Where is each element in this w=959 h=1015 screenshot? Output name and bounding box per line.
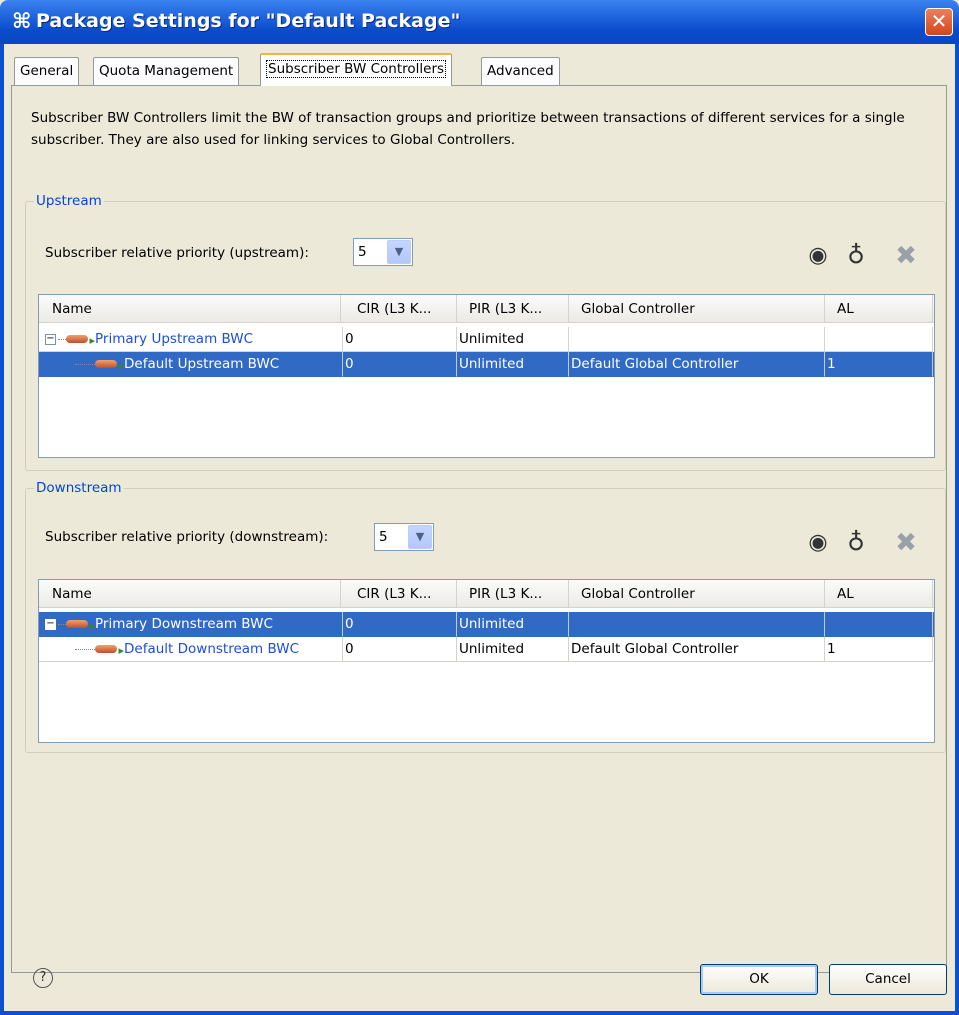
bwc-icon: [95, 354, 124, 376]
downstream-group-label: Downstream: [34, 479, 124, 497]
row-pir: Unlimited: [457, 612, 569, 637]
downstream-priority-select[interactable]: 5 ▼: [374, 523, 434, 551]
row-name-cell: Default Downstream BWC: [39, 637, 343, 662]
downstream-priority-value: 5: [379, 529, 388, 545]
table-row[interactable]: Default Upstream BWC 0 Unlimited Default…: [39, 352, 934, 377]
column-header-name[interactable]: Name: [39, 580, 341, 608]
downstream-table[interactable]: Name CIR (L3 K... PIR (L3 K... Global Co…: [38, 579, 935, 743]
table-row[interactable]: − Primary Downstream BWC 0 Unlimited: [39, 612, 934, 637]
cancel-button[interactable]: Cancel: [829, 964, 947, 995]
row-name: Default Downstream BWC: [124, 641, 300, 657]
tab-general-label: General: [20, 63, 74, 79]
column-header-global-controller[interactable]: Global Controller: [569, 295, 825, 323]
tree-line: [75, 648, 95, 650]
row-global-controller: [569, 327, 825, 352]
help-icon[interactable]: ?: [33, 968, 53, 988]
add-icon[interactable]: ◉: [803, 241, 833, 271]
tab-quota-management-label: Quota Management: [99, 63, 234, 79]
column-header-cir[interactable]: CIR (L3 K...: [341, 295, 457, 323]
collapse-icon[interactable]: −: [45, 618, 56, 630]
row-name: Default Upstream BWC: [124, 356, 280, 372]
remove-icon[interactable]: ✖: [891, 241, 921, 271]
tab-subscriber-bw-controllers[interactable]: Subscriber BW Controllers: [260, 53, 453, 86]
chevron-down-icon[interactable]: ▼: [387, 240, 411, 264]
tab-general[interactable]: General: [14, 57, 80, 85]
window-frame-left: [0, 44, 4, 1015]
downstream-priority-label: Subscriber relative priority (downstream…: [45, 529, 329, 545]
row-al: [825, 612, 933, 637]
tab-advanced-label: Advanced: [487, 63, 554, 79]
row-name-cell: − Primary Upstream BWC: [39, 327, 343, 352]
row-cir: 0: [343, 352, 457, 377]
title-bar[interactable]: ⌘ Package Settings for "Default Package"…: [0, 0, 959, 44]
bwc-icon: [66, 614, 95, 636]
bwc-icon: [66, 329, 95, 351]
row-cir: 0: [343, 327, 457, 352]
column-header-name[interactable]: Name: [39, 295, 341, 323]
row-pir: Unlimited: [457, 327, 569, 352]
close-button[interactable]: ✕: [925, 8, 953, 36]
tree-line: [58, 338, 66, 340]
window-title: Package Settings for "Default Package": [36, 10, 461, 32]
row-global-controller: Default Global Controller: [569, 352, 825, 377]
upstream-priority-label: Subscriber relative priority (upstream):: [45, 245, 309, 261]
add-child-icon[interactable]: ♁: [841, 240, 871, 270]
ok-button[interactable]: OK: [700, 964, 818, 995]
row-al: 1: [825, 637, 933, 662]
tree-line: [75, 363, 95, 365]
row-name-cell: Default Upstream BWC: [39, 352, 343, 377]
tree-line: [58, 623, 66, 625]
remove-icon[interactable]: ✖: [891, 528, 921, 558]
row-al: 1: [825, 352, 933, 377]
column-header-global-controller[interactable]: Global Controller: [569, 580, 825, 608]
column-header-cir[interactable]: CIR (L3 K...: [341, 580, 457, 608]
upstream-table-header: Name CIR (L3 K... PIR (L3 K... Global Co…: [39, 295, 934, 323]
column-header-al[interactable]: AL: [825, 580, 933, 608]
tab-advanced[interactable]: Advanced: [481, 57, 560, 85]
row-cir: 0: [343, 637, 457, 662]
row-name: Primary Upstream BWC: [95, 331, 254, 347]
downstream-table-header: Name CIR (L3 K... PIR (L3 K... Global Co…: [39, 580, 934, 608]
row-pir: Unlimited: [457, 352, 569, 377]
row-al: [825, 327, 933, 352]
upstream-priority-value: 5: [358, 244, 367, 260]
upstream-table[interactable]: Name CIR (L3 K... PIR (L3 K... Global Co…: [38, 294, 935, 458]
description-text: Subscriber BW Controllers limit the BW o…: [31, 110, 905, 148]
app-icon: ⌘: [12, 9, 32, 33]
tab-quota-management[interactable]: Quota Management: [93, 57, 240, 85]
row-global-controller: Default Global Controller: [569, 637, 825, 662]
table-row[interactable]: Default Downstream BWC 0 Unlimited Defau…: [39, 637, 934, 662]
window-frame-bottom: [0, 1011, 959, 1015]
window-frame-right: [955, 44, 959, 1015]
add-icon[interactable]: ◉: [803, 528, 833, 558]
row-cir: 0: [343, 612, 457, 637]
row-name: Primary Downstream BWC: [95, 616, 273, 632]
chevron-down-icon[interactable]: ▼: [408, 525, 432, 549]
row-global-controller: [569, 612, 825, 637]
tab-subscriber-bw-controllers-label: Subscriber BW Controllers: [266, 60, 447, 78]
add-child-icon[interactable]: ♁: [841, 527, 871, 557]
upstream-group-label: Upstream: [34, 192, 104, 210]
upstream-priority-select[interactable]: 5 ▼: [353, 238, 413, 266]
column-header-pir[interactable]: PIR (L3 K...: [457, 580, 569, 608]
column-header-al[interactable]: AL: [825, 295, 933, 323]
collapse-icon[interactable]: −: [45, 333, 56, 345]
table-row[interactable]: − Primary Upstream BWC 0 Unlimited: [39, 327, 934, 352]
row-pir: Unlimited: [457, 637, 569, 662]
column-header-pir[interactable]: PIR (L3 K...: [457, 295, 569, 323]
close-icon: ✕: [930, 9, 948, 33]
bwc-icon: [95, 639, 124, 661]
row-name-cell: − Primary Downstream BWC: [39, 612, 343, 637]
